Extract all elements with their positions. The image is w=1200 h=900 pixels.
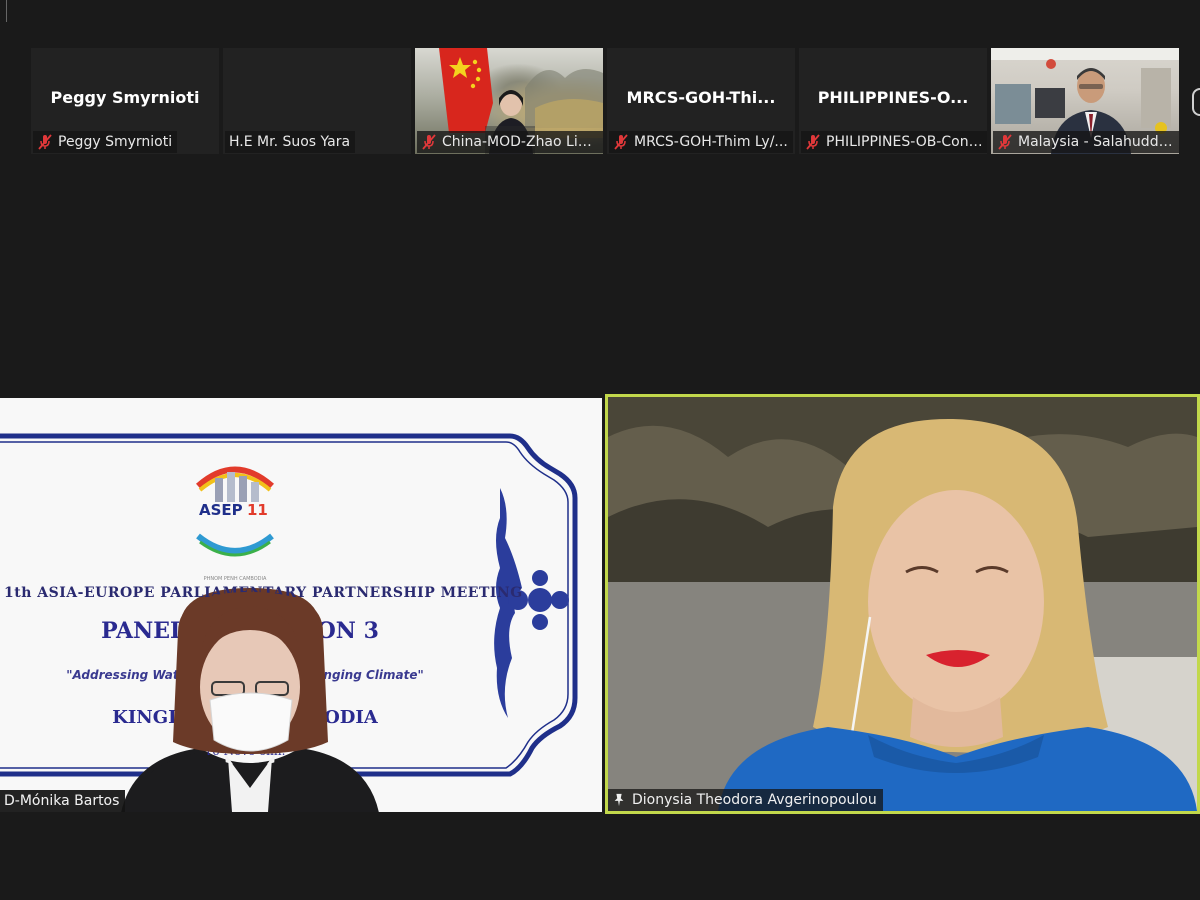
- mic-muted-icon: [806, 134, 820, 150]
- participant-name-label: Malaysia - Salahuddi...: [993, 131, 1179, 153]
- mic-muted-icon: [614, 134, 628, 150]
- participant-thumbnail[interactable]: China-MOD-Zhao Lixin !: [415, 48, 603, 154]
- participant-name-label: China-MOD-Zhao Lixin !: [417, 131, 603, 153]
- speaker-foreground: [148, 592, 358, 812]
- mic-muted-icon: [422, 134, 436, 150]
- participant-name: D-Mónika Bartos: [4, 793, 120, 809]
- participant-thumbnail[interactable]: MRCS-GOH-Thi... MRCS-GOH-Thim Ly/...: [607, 48, 795, 154]
- meeting-gallery-view: Peggy Smyrnioti Peggy Smyrnioti H.E Mr. …: [0, 0, 1200, 900]
- participant-name-label: H.E Mr. Suos Yara: [225, 131, 356, 153]
- participant-thumbnail[interactable]: Malaysia - Salahuddi...: [991, 48, 1179, 154]
- window-corner-marker: [0, 0, 7, 22]
- asep-logo-text: ASEP: [199, 501, 243, 519]
- participant-name: Peggy Smyrnioti: [58, 134, 173, 150]
- mic-muted-icon: [38, 134, 52, 150]
- active-speaker-video: [608, 397, 1197, 811]
- participant-thumbnail[interactable]: Peggy Smyrnioti Peggy Smyrnioti: [31, 48, 219, 154]
- participant-name-label: Dionysia Theodora Avgerinopoulou: [608, 789, 883, 811]
- participant-name: Dionysia Theodora Avgerinopoulou: [632, 792, 877, 808]
- participant-name: MRCS-GOH-Thim Ly/...: [634, 134, 788, 150]
- participant-name-label: Peggy Smyrnioti: [33, 131, 178, 153]
- flag-shape: [439, 48, 493, 133]
- participant-name: China-MOD-Zhao Lixin !: [442, 134, 599, 150]
- next-page-arrow-icon[interactable]: [1192, 88, 1200, 116]
- participant-thumbnail[interactable]: PHILIPPINES-O... PHILIPPINES-OB-Cons...: [799, 48, 987, 154]
- participant-name-label: PHILIPPINES-OB-Cons...: [801, 131, 987, 153]
- svg-text:PHNOM PENH CAMBODIA: PHNOM PENH CAMBODIA: [204, 576, 267, 582]
- participant-name: Malaysia - Salahuddi...: [1018, 134, 1175, 150]
- participant-name: PHILIPPINES-OB-Cons...: [826, 134, 983, 150]
- asep-logo-number: 11: [247, 501, 268, 519]
- participant-display-name: Peggy Smyrnioti: [50, 88, 200, 107]
- pin-icon: [614, 793, 624, 807]
- mic-muted-icon: [998, 134, 1012, 150]
- participant-display-name: MRCS-GOH-Thi...: [626, 88, 776, 107]
- participant-name-label-overlay: D-Mónika Bartos: [0, 790, 126, 812]
- participant-name: H.E Mr. Suos Yara: [229, 134, 351, 150]
- participant-thumbnail[interactable]: H.E Mr. Suos Yara: [223, 48, 411, 154]
- participant-name-label: MRCS-GOH-Thim Ly/...: [609, 131, 793, 153]
- active-speaker-video-tile[interactable]: Dionysia Theodora Avgerinopoulou: [605, 394, 1200, 814]
- participant-display-name: PHILIPPINES-O...: [817, 88, 969, 107]
